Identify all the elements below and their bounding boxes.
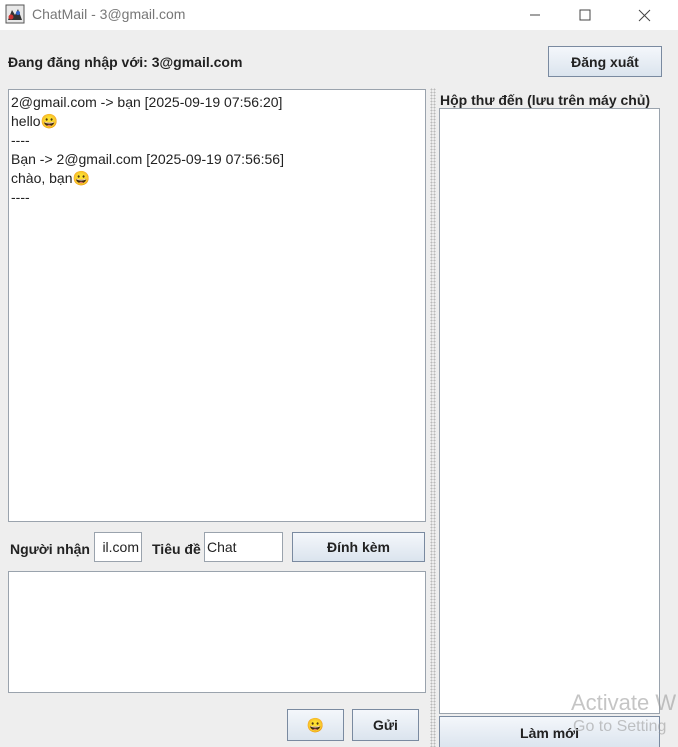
- send-button[interactable]: Gửi: [352, 709, 419, 741]
- inbox-title: Hộp thư đến (lưu trên máy chủ): [440, 92, 651, 108]
- close-button[interactable]: [615, 0, 673, 30]
- attach-button[interactable]: Đính kèm: [292, 532, 425, 562]
- recipient-label: Người nhận: [10, 541, 90, 557]
- maximize-icon: [579, 9, 591, 21]
- logout-button[interactable]: Đăng xuất: [548, 46, 662, 77]
- chat-log[interactable]: 2@gmail.com -> bạn [2025-09-19 07:56:20]…: [8, 89, 426, 522]
- split-divider[interactable]: [430, 88, 436, 747]
- chat-log-line: ----: [11, 132, 30, 148]
- window-title: ChatMail - 3@gmail.com: [32, 6, 186, 22]
- chat-log-line: 2@gmail.com -> bạn [2025-09-19 07:56:20]: [11, 94, 283, 110]
- message-input[interactable]: [8, 571, 426, 693]
- subject-label: Tiêu đề: [152, 541, 201, 557]
- chat-log-line: ----: [11, 189, 30, 205]
- chat-log-line: hello😀: [11, 113, 59, 129]
- app-icon: [5, 4, 25, 24]
- title-bar[interactable]: ChatMail - 3@gmail.com: [0, 0, 678, 30]
- minimize-icon: [529, 9, 541, 21]
- chat-log-line: chào, bạn😀: [11, 170, 90, 186]
- recipient-input[interactable]: il.com: [94, 532, 142, 562]
- emoji-button[interactable]: 😀: [287, 709, 344, 741]
- inbox-list[interactable]: [439, 108, 660, 714]
- chatmail-window: ChatMail - 3@gmail.com Đang đăng nhập vớ…: [0, 0, 678, 747]
- subject-input[interactable]: Chat: [204, 532, 283, 562]
- login-status-label: Đang đăng nhập với: 3@gmail.com: [8, 54, 243, 70]
- close-icon: [638, 9, 651, 22]
- maximize-button[interactable]: [556, 0, 614, 30]
- chat-log-line: Bạn -> 2@gmail.com [2025-09-19 07:56:56]: [11, 151, 284, 167]
- refresh-button[interactable]: Làm mới: [439, 716, 660, 747]
